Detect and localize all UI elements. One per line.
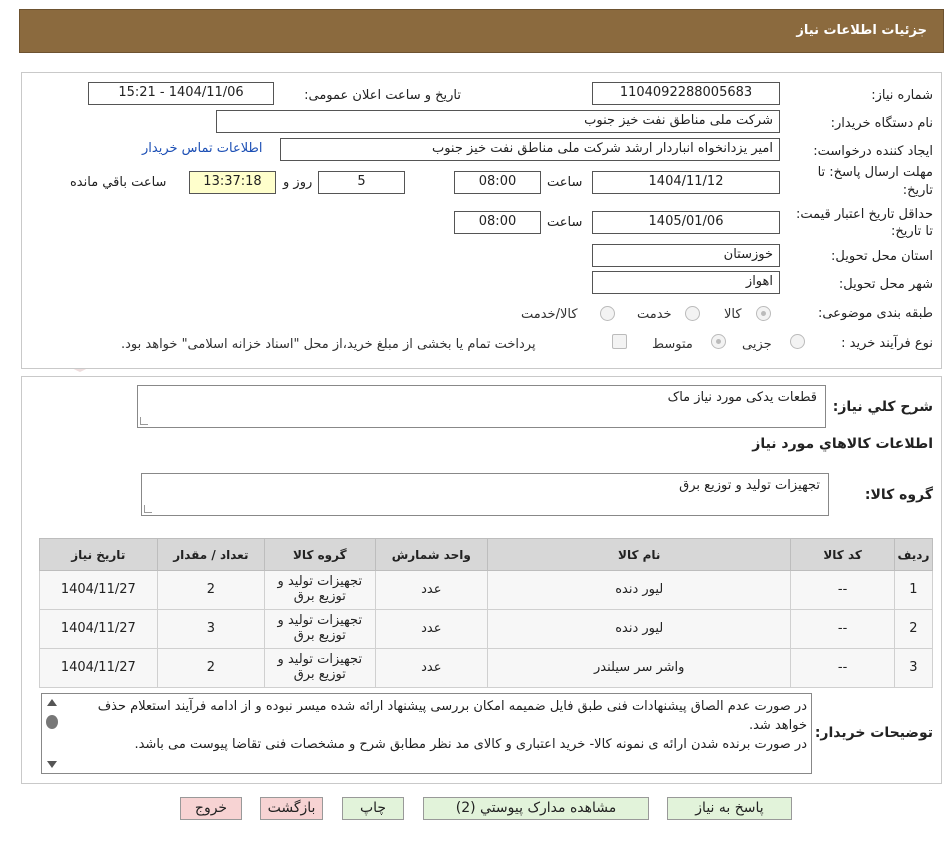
validity-label: حداقل تاریخ اعتبار قیمت: تا تاریخ: <box>795 207 933 239</box>
cell-qty: 2 <box>156 648 266 688</box>
scroll-down-icon[interactable] <box>47 761 57 768</box>
col-date: تاريخ نياز <box>39 538 158 571</box>
process-medium-label: متوسط <box>652 337 693 352</box>
general-desc-label: شرح کلي نياز: <box>832 399 933 415</box>
notes-line-2: در صورت برنده شدن ارائه ی نمونه کالا- خر… <box>134 737 807 752</box>
page-title: جزئیات اطلاعات نیاز <box>796 23 927 38</box>
page-header: جزئیات اطلاعات نیاز <box>19 9 944 53</box>
cell-date: 1404/11/27 <box>39 609 158 649</box>
table-row: 2 -- لیور دنده عدد تجهیزات تولید و توزیع… <box>39 609 934 649</box>
col-name: نام کالا <box>487 538 792 571</box>
category-goods-radio[interactable] <box>756 306 771 321</box>
exit-button[interactable]: خروج <box>180 797 242 820</box>
cell-group: تجهیزات تولید و توزیع برق <box>264 609 376 649</box>
city-field: اهواز <box>592 271 780 294</box>
buyer-notes-textarea[interactable]: در صورت عدم الصاق پیشنهادات فنی طبق فایل… <box>41 693 812 774</box>
scroll-thumb[interactable] <box>46 715 58 729</box>
table-row: 1 -- لیور دنده عدد تجهیزات تولید و توزیع… <box>39 570 934 610</box>
validity-date-field: 1405/01/06 <box>592 211 780 234</box>
cell-row: 3 <box>893 648 934 688</box>
general-desc-textarea[interactable]: قطعات یدکی مورد نیاز ماک <box>137 385 826 428</box>
cell-row: 2 <box>893 609 934 649</box>
deadline-time-field: 08:00 <box>454 171 541 194</box>
general-desc-text: قطعات یدکی مورد نیاز ماک <box>667 390 817 405</box>
goods-group-textarea[interactable]: تجهیزات تولید و توزیع برق <box>141 473 829 516</box>
resize-handle-icon[interactable] <box>140 417 148 425</box>
notes-line-1: در صورت عدم الصاق پیشنهادات فنی طبق فایل… <box>97 699 807 733</box>
buyer-contact-link[interactable]: اطلاعات تماس خریدار <box>142 141 262 156</box>
col-code: کد کالا <box>790 538 895 571</box>
deadline-label: مهلت ارسال پاسخ: تا تاریخ: <box>817 165 933 198</box>
process-medium-radio[interactable] <box>711 334 726 349</box>
validity-time-label: ساعت <box>547 215 583 230</box>
city-label: شهر محل تحویل: <box>838 277 933 292</box>
category-goods-service-radio[interactable] <box>600 306 615 321</box>
creator-field: امیر یزدانخواه انباردار ارشد شرکت ملی من… <box>280 138 780 161</box>
cell-name: واشر سر سیلندر <box>487 648 792 688</box>
col-qty: تعداد / مقدار <box>156 538 266 571</box>
process-type-label: نوع فرآیند خرید : <box>841 336 933 351</box>
cell-code: -- <box>790 648 895 688</box>
cell-unit: عدد <box>374 570 489 610</box>
col-row: رديف <box>893 538 934 571</box>
province-field: خوزستان <box>592 244 780 267</box>
buyer-org-field: شرکت ملی مناطق نفت خیز جنوب <box>216 110 780 133</box>
back-button[interactable]: بازگشت <box>260 797 323 820</box>
table-header-row: رديف کد کالا نام کالا واحد شمارش گروه کا… <box>39 538 934 571</box>
resize-handle-icon[interactable] <box>144 505 152 513</box>
category-service-label: خدمت <box>637 307 672 322</box>
category-goods-label: کالا <box>724 307 742 322</box>
category-service-radio[interactable] <box>685 306 700 321</box>
cell-row: 1 <box>893 570 934 610</box>
notes-scrollbar[interactable] <box>42 694 62 773</box>
category-label: طبقه بندی موضوعی: <box>817 306 933 321</box>
treasury-payment-note: پرداخت تمام یا بخشی از مبلغ خرید،از محل … <box>121 337 536 352</box>
buyer-notes-label: توضیحات خریدار: <box>814 725 933 741</box>
cell-group: تجهیزات تولید و توزیع برق <box>264 570 376 610</box>
process-minor-radio[interactable] <box>790 334 805 349</box>
cell-group: تجهیزات تولید و توزیع برق <box>264 648 376 688</box>
col-unit: واحد شمارش <box>374 538 489 571</box>
cell-name: لیور دنده <box>487 609 792 649</box>
cell-date: 1404/11/27 <box>39 570 158 610</box>
need-number-field: 1104092288005683 <box>592 82 780 105</box>
creator-label: ایجاد کننده درخواست: <box>813 144 933 159</box>
process-minor-label: جزیی <box>742 337 772 352</box>
col-group: گروه کالا <box>264 538 376 571</box>
cell-qty: 2 <box>156 570 266 610</box>
category-goods-service-label: کالا/خدمت <box>521 307 578 322</box>
buyer-org-label: نام دستگاه خریدار: <box>830 116 933 131</box>
print-button[interactable]: چاپ <box>342 797 404 820</box>
cell-code: -- <box>790 570 895 610</box>
validity-time-field: 08:00 <box>454 211 541 234</box>
remaining-time-label: ساعت باقي مانده <box>70 175 167 190</box>
remaining-time-field: 13:37:18 <box>189 171 276 194</box>
cell-code: -- <box>790 609 895 649</box>
days-remaining-field: 5 <box>318 171 405 194</box>
cell-name: لیور دنده <box>487 570 792 610</box>
province-label: استان محل تحویل: <box>831 249 933 264</box>
cell-unit: عدد <box>374 648 489 688</box>
scroll-up-icon[interactable] <box>47 699 57 706</box>
announce-datetime-field: 1404/11/06 - 15:21 <box>88 82 274 105</box>
announce-datetime-label: تاریخ و ساعت اعلان عمومی: <box>304 88 461 103</box>
deadline-time-label: ساعت <box>547 175 583 190</box>
buyer-notes-text: در صورت عدم الصاق پیشنهادات فنی طبق فایل… <box>67 697 807 754</box>
view-attachments-button[interactable]: مشاهده مدارک پیوستي (2) <box>423 797 649 820</box>
cell-qty: 3 <box>156 609 266 649</box>
cell-unit: عدد <box>374 609 489 649</box>
days-label: روز و <box>283 175 313 190</box>
goods-group-text: تجهیزات تولید و توزیع برق <box>679 478 820 493</box>
reply-button[interactable]: پاسخ به نیاز <box>667 797 792 820</box>
table-row: 3 -- واشر سر سیلندر عدد تجهیزات تولید و … <box>39 648 934 688</box>
need-number-label: شماره نیاز: <box>871 88 933 103</box>
deadline-date-field: 1404/11/12 <box>592 171 780 194</box>
goods-group-label: گروه کالا: <box>864 487 933 503</box>
goods-table: رديف کد کالا نام کالا واحد شمارش گروه کا… <box>39 538 934 688</box>
cell-date: 1404/11/27 <box>39 648 158 688</box>
treasury-payment-checkbox[interactable] <box>612 334 627 349</box>
goods-info-title: اطلاعات کالاهاي مورد نياز <box>752 436 933 452</box>
